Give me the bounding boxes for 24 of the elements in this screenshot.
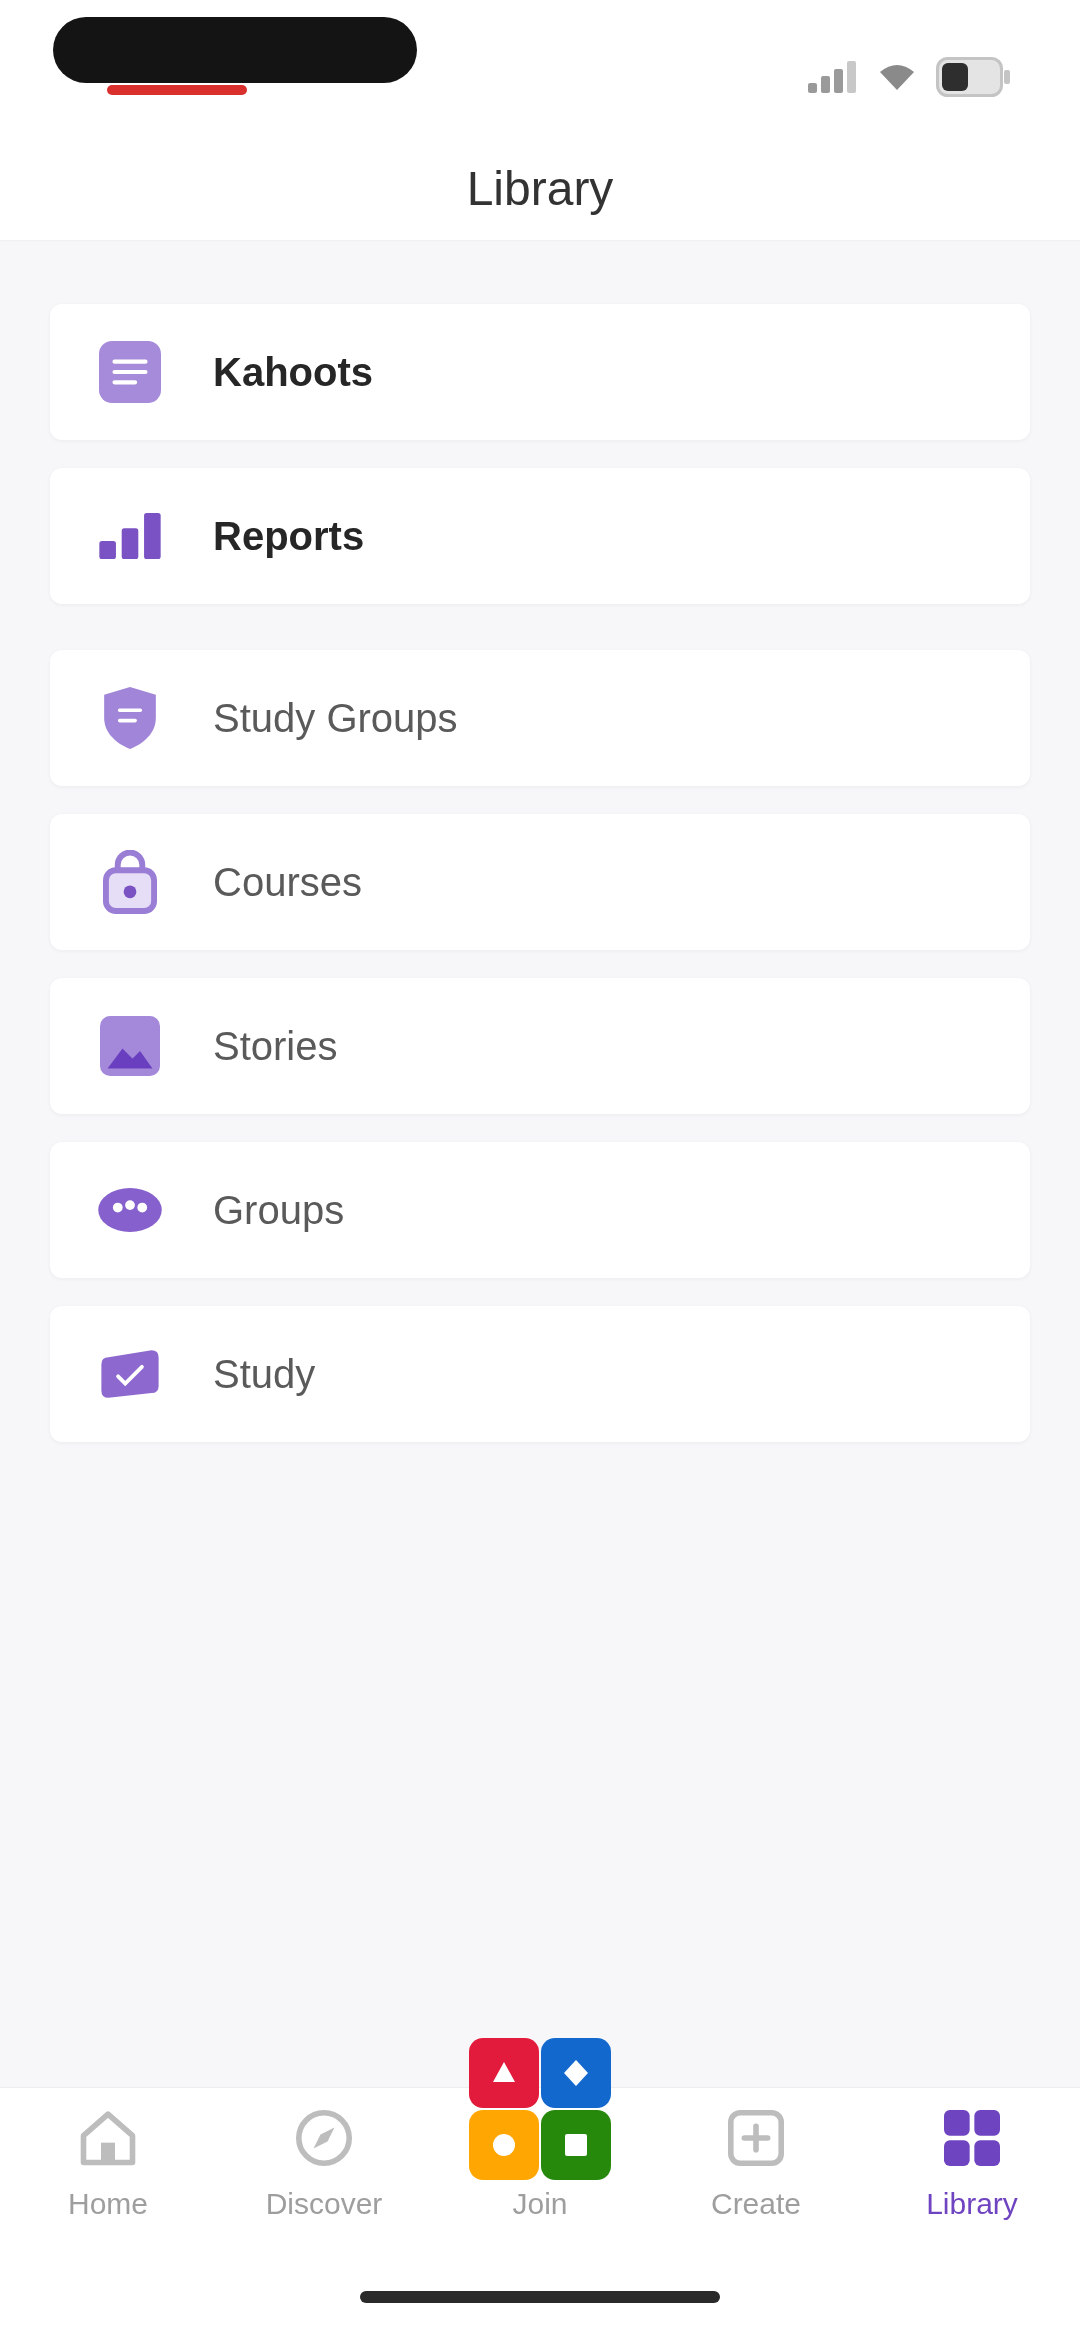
nav-tab[interactable]: Library <box>864 2108 1080 2222</box>
signal-icon <box>808 61 858 93</box>
library-item[interactable]: Stories <box>50 978 1030 1114</box>
picture-icon <box>100 1016 160 1076</box>
lock-icon <box>103 850 157 914</box>
list-icon <box>99 341 161 403</box>
create-icon <box>728 2110 784 2166</box>
bar-chart-icon <box>99 513 161 559</box>
library-item[interactable]: Groups <box>50 1142 1030 1278</box>
status-pill-icon <box>53 17 417 97</box>
group-icon <box>98 1188 162 1232</box>
battery-icon <box>936 57 1010 97</box>
library-item[interactable]: Study <box>50 1306 1030 1442</box>
compass-icon <box>296 2110 352 2166</box>
shield-icon <box>104 687 156 749</box>
library-item[interactable]: Kahoots <box>50 304 1030 440</box>
library-item[interactable]: Courses <box>50 814 1030 950</box>
cards-icon <box>99 1350 161 1398</box>
library-item[interactable]: Study Groups <box>50 650 1030 786</box>
page-title: Library <box>466 160 614 217</box>
home-icon <box>80 2110 136 2166</box>
wifi-icon <box>880 64 914 90</box>
grid-icon <box>944 2110 1000 2166</box>
library-item[interactable]: Reports <box>50 468 1030 604</box>
